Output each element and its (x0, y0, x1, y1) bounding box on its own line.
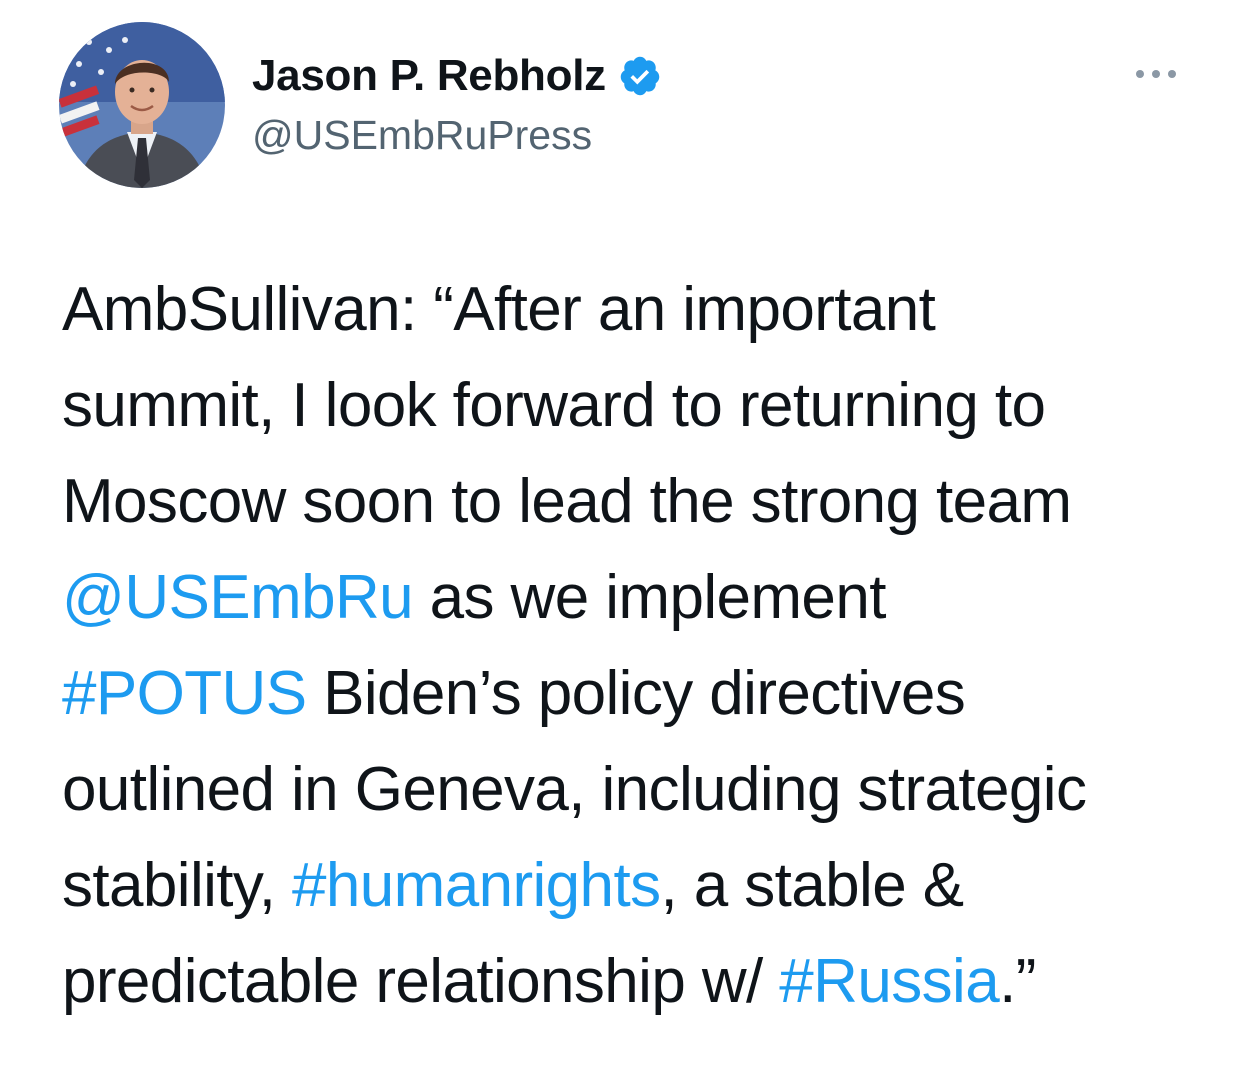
tweet-text-line: stability, #humanrights, a stable & (62, 838, 1222, 934)
author-display-name[interactable]: Jason P. Rebholz (252, 51, 606, 101)
tweet-text-line: outlined in Geneva, including strategic (62, 742, 1222, 838)
tweet-text-line: predictable relationship w/ #Russia.” (62, 934, 1222, 1030)
tweet-text-segment: Biden’s policy directives (306, 659, 966, 728)
tweet-text-line: #POTUS Biden’s policy directives (62, 646, 1222, 742)
mention-link[interactable]: @USEmbRu (62, 563, 414, 632)
hashtag-link[interactable]: #humanrights (292, 851, 661, 920)
tweet-text: AmbSullivan: “After an important summit, … (62, 262, 1222, 1030)
tweet-text-line: AmbSullivan: “After an important (62, 262, 1222, 358)
tweet-text-segment: stability, (62, 851, 292, 920)
tweet-text-segment: .” (999, 947, 1036, 1016)
hashtag-link[interactable]: #Russia (779, 947, 999, 1016)
author-handle[interactable]: @USEmbRuPress (252, 112, 662, 159)
tweet-text-segment: Moscow soon to lead the strong team (62, 467, 1072, 536)
tweet-text-segment: , a stable & (660, 851, 964, 920)
tweet-text-segment: outlined in Geneva, including strategic (62, 755, 1087, 824)
tweet-text-segment: AmbSullivan: “After an important (62, 275, 936, 344)
hashtag-link[interactable]: #POTUS (62, 659, 307, 728)
tweet-text-segment: summit, I look forward to returning to (62, 371, 1046, 440)
tweet: Jason P. Rebholz @USEmbRuPress AmbSulliv… (0, 0, 1242, 1068)
more-options-icon[interactable] (1128, 58, 1188, 90)
tweet-text-line: summit, I look forward to returning to (62, 358, 1222, 454)
tweet-text-segment: predictable relationship w/ (62, 947, 780, 1016)
tweet-text-segment: as we implement (413, 563, 887, 632)
author-avatar[interactable] (59, 22, 225, 188)
tweet-text-line: @USEmbRu as we implement (62, 550, 1222, 646)
author-name-row: Jason P. Rebholz (252, 50, 662, 102)
tweet-text-line: Moscow soon to lead the strong team (62, 454, 1222, 550)
profile-photo-icon (59, 22, 225, 188)
author-info: Jason P. Rebholz @USEmbRuPress (252, 50, 662, 159)
verified-badge-icon (618, 54, 662, 98)
